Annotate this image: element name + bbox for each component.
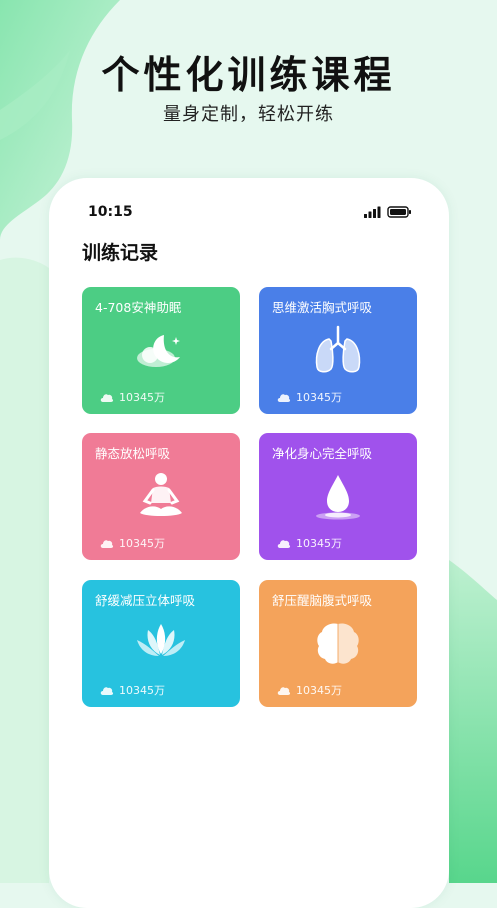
card-meta: 10345万 [277, 682, 342, 698]
card-meta: 10345万 [277, 535, 342, 551]
card-title: 净化身心完全呼吸 [272, 446, 373, 461]
section-title: 训练记录 [82, 242, 159, 264]
lungs-icon [315, 325, 361, 373]
card-title: 4-708安神助眠 [95, 300, 182, 315]
lotus-icon [137, 624, 185, 656]
brain-icon [317, 623, 359, 664]
course-card-chest-breathing[interactable]: 思维激活胸式呼吸 10345万 [259, 287, 417, 414]
card-count: 10345万 [119, 391, 165, 404]
cloud-icon [277, 540, 291, 548]
course-card-sleep[interactable]: 4-708安神助眠 10345万 [82, 287, 240, 414]
page-headline: 个性化训练课程 [101, 53, 396, 97]
signal-icon [364, 206, 381, 218]
card-count: 10345万 [119, 537, 165, 550]
status-icons [364, 206, 411, 218]
card-meta: 10345万 [100, 682, 165, 698]
moon-icon [137, 335, 180, 367]
course-card-abdominal-breathing[interactable]: 舒压醒脑腹式呼吸 10345万 [259, 580, 417, 707]
card-meta: 10345万 [277, 389, 342, 405]
card-title: 舒缓减压立体呼吸 [95, 593, 196, 608]
course-card-full-breathing[interactable]: 净化身心完全呼吸 10345万 [259, 433, 417, 560]
card-title: 舒压醒脑腹式呼吸 [272, 593, 373, 608]
card-count: 10345万 [296, 684, 342, 697]
cloud-icon [277, 687, 291, 695]
card-count: 10345万 [119, 684, 165, 697]
battery-icon [387, 206, 411, 218]
card-meta: 10345万 [100, 535, 165, 551]
course-card-stereo-breathing[interactable]: 舒缓减压立体呼吸 10345万 [82, 580, 240, 707]
status-time: 10:15 [88, 204, 133, 220]
card-meta: 10345万 [100, 389, 165, 405]
cloud-icon [100, 687, 114, 695]
cloud-icon [100, 540, 114, 548]
card-count: 10345万 [296, 537, 342, 550]
card-count: 10345万 [296, 391, 342, 404]
course-card-relax-breathing[interactable]: 静态放松呼吸 10345万 [82, 433, 240, 560]
card-title: 静态放松呼吸 [95, 446, 171, 461]
meditation-icon [140, 473, 182, 516]
cloud-icon [277, 394, 291, 402]
cloud-icon [100, 394, 114, 402]
page-subheadline: 量身定制，轻松开练 [163, 104, 334, 125]
water-drop-icon [316, 475, 360, 520]
card-title: 思维激活胸式呼吸 [272, 300, 373, 315]
